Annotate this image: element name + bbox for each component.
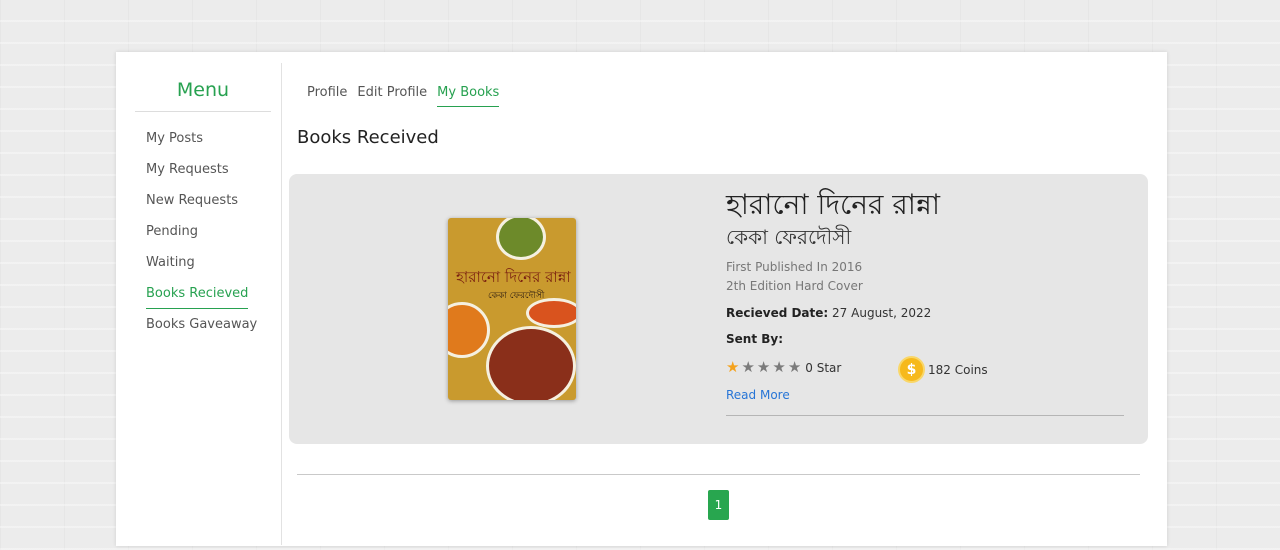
coins: $ 182 Coins	[898, 356, 988, 383]
tab-profile[interactable]: Profile	[307, 85, 347, 107]
rating-text: 0 Star	[805, 360, 842, 375]
menu-item-my-posts[interactable]: My Posts	[146, 130, 257, 161]
section-title: Books Received	[297, 127, 439, 148]
menu-item-label: Waiting	[146, 255, 195, 270]
sent-by-label: Sent By:	[726, 332, 784, 346]
menu-item-label: Books Recieved	[146, 285, 249, 309]
menu-item-label: Pending	[146, 224, 198, 239]
star-rating: ★ ★ ★ ★ ★ 0 Star	[726, 360, 841, 375]
menu-item-label: My Posts	[146, 131, 204, 146]
pagination-divider	[297, 474, 1140, 475]
cover-dish-decoration	[496, 218, 546, 260]
cover-dish-decoration	[448, 302, 490, 358]
sidebar-menu: Menu My Posts My Requests New Requests P…	[116, 63, 282, 545]
book-edition: 2th Edition Hard Cover	[726, 279, 863, 293]
menu-title: Menu	[135, 79, 271, 112]
pagination-page-1[interactable]: 1	[708, 490, 729, 520]
menu-item-books-recieved[interactable]: Books Recieved	[146, 285, 257, 316]
tab-my-books[interactable]: My Books	[437, 85, 500, 107]
menu-item-label: New Requests	[146, 193, 239, 208]
received-date-label: Recieved Date:	[726, 306, 829, 320]
star-icon[interactable]: ★	[741, 360, 754, 375]
info-divider	[726, 415, 1124, 416]
menu-item-my-requests[interactable]: My Requests	[146, 161, 257, 192]
profile-card: Menu My Posts My Requests New Requests P…	[116, 52, 1167, 546]
book-info: হারানো দিনের রান্না কেকা ফেরদৌসী First P…	[726, 186, 1126, 416]
star-icon[interactable]: ★	[788, 360, 801, 375]
cover-dish-decoration	[486, 326, 576, 400]
read-more-link[interactable]: Read More	[726, 388, 790, 402]
star-icon[interactable]: ★	[757, 360, 770, 375]
received-date: Recieved Date: 27 August, 2022	[726, 306, 1126, 320]
menu-list: My Posts My Requests New Requests Pendin…	[146, 130, 257, 347]
star-icon[interactable]: ★	[772, 360, 785, 375]
menu-item-label: My Requests	[146, 162, 229, 177]
star-icon[interactable]: ★	[726, 360, 739, 375]
rating-row: ★ ★ ★ ★ ★ 0 Star $ 182 Coins	[726, 354, 1126, 384]
menu-item-pending[interactable]: Pending	[146, 223, 257, 254]
cover-author: কেকা ফেরদৌসী	[488, 291, 545, 301]
menu-item-waiting[interactable]: Waiting	[146, 254, 257, 285]
book-cover-image[interactable]: হারানো দিনের রান্না কেকা ফেরদৌসী	[448, 218, 576, 400]
coins-text: 182 Coins	[928, 362, 988, 377]
profile-tabs: Profile Edit Profile My Books	[307, 85, 509, 107]
menu-item-books-gaveaway[interactable]: Books Gaveaway	[146, 316, 257, 347]
book-author: কেকা ফেরদৌসী	[726, 225, 852, 249]
book-title: হারানো দিনের রান্না	[726, 188, 940, 221]
book-published: First Published In 2016	[726, 260, 863, 274]
received-date-value: 27 August, 2022	[832, 306, 932, 320]
menu-item-new-requests[interactable]: New Requests	[146, 192, 257, 223]
menu-item-label: Books Gaveaway	[146, 317, 258, 332]
book-card: হারানো দিনের রান্না কেকা ফেরদৌসী হারানো …	[289, 174, 1148, 444]
tab-edit-profile[interactable]: Edit Profile	[357, 85, 427, 107]
coin-icon: $	[898, 356, 925, 383]
